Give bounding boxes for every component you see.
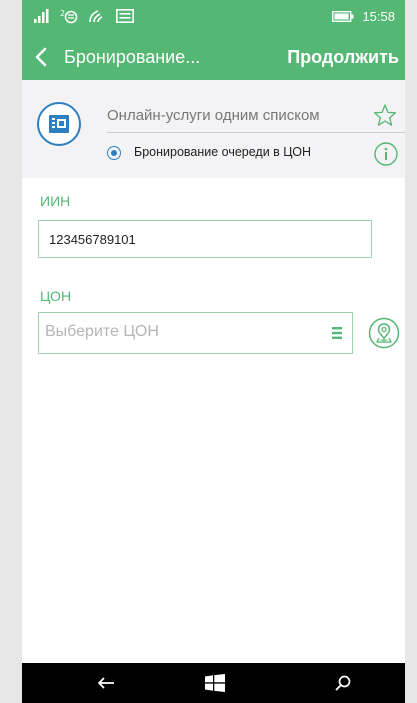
service-radio[interactable] (107, 146, 121, 160)
nav-back-button[interactable] (94, 672, 118, 694)
document-list-icon (49, 115, 69, 133)
con-placeholder: Выберите ЦОН (45, 323, 159, 340)
windows-start-icon (205, 674, 225, 692)
app-bar: Бронирование... Продолжить (22, 34, 405, 80)
iin-input[interactable] (38, 220, 372, 258)
svg-text:2: 2 (60, 9, 65, 18)
map-location-icon[interactable] (368, 317, 400, 349)
con-select[interactable]: Выберите ЦОН (38, 312, 353, 354)
status-icons: 2 (34, 8, 134, 24)
service-icon-badge (37, 102, 81, 146)
services-list-link[interactable]: Онлайн-услуги одним списком (107, 107, 320, 124)
star-icon[interactable] (371, 102, 399, 130)
status-bar: 2 15:58 (22, 0, 405, 34)
status-time: 15:58 (362, 9, 395, 24)
phone-screen: 2 15:58 Бронирование... Продолжить Онлай… (22, 0, 405, 703)
back-arrow-icon (98, 677, 114, 689)
wifi-icon (89, 10, 103, 23)
chevron-left-icon (35, 47, 47, 67)
message-icon (116, 9, 134, 23)
page-title: Бронирование... (64, 47, 201, 67)
signal-icon (34, 9, 49, 23)
radio-selected-dot (111, 150, 117, 156)
background-right (405, 0, 417, 703)
nav-start-button[interactable] (203, 672, 227, 694)
selected-service-label: Бронирование очереди в ЦОН (134, 145, 312, 159)
list-menu-icon (332, 327, 342, 339)
service-divider (107, 132, 405, 133)
iin-label: ИИН (40, 193, 71, 209)
battery-icon (332, 11, 354, 22)
system-nav-bar (22, 663, 405, 703)
status-right: 15:58 (332, 9, 395, 24)
background-left (0, 0, 22, 703)
nav-search-button[interactable] (331, 672, 355, 694)
info-icon[interactable] (373, 141, 399, 167)
back-button[interactable] (28, 42, 54, 72)
service-card: Онлайн-услуги одним списком Бронирование… (22, 80, 405, 178)
con-label: ЦОН (40, 288, 72, 304)
search-icon (335, 675, 351, 691)
sim-2-icon: 2 (60, 9, 78, 24)
continue-button[interactable]: Продолжить (287, 47, 399, 68)
